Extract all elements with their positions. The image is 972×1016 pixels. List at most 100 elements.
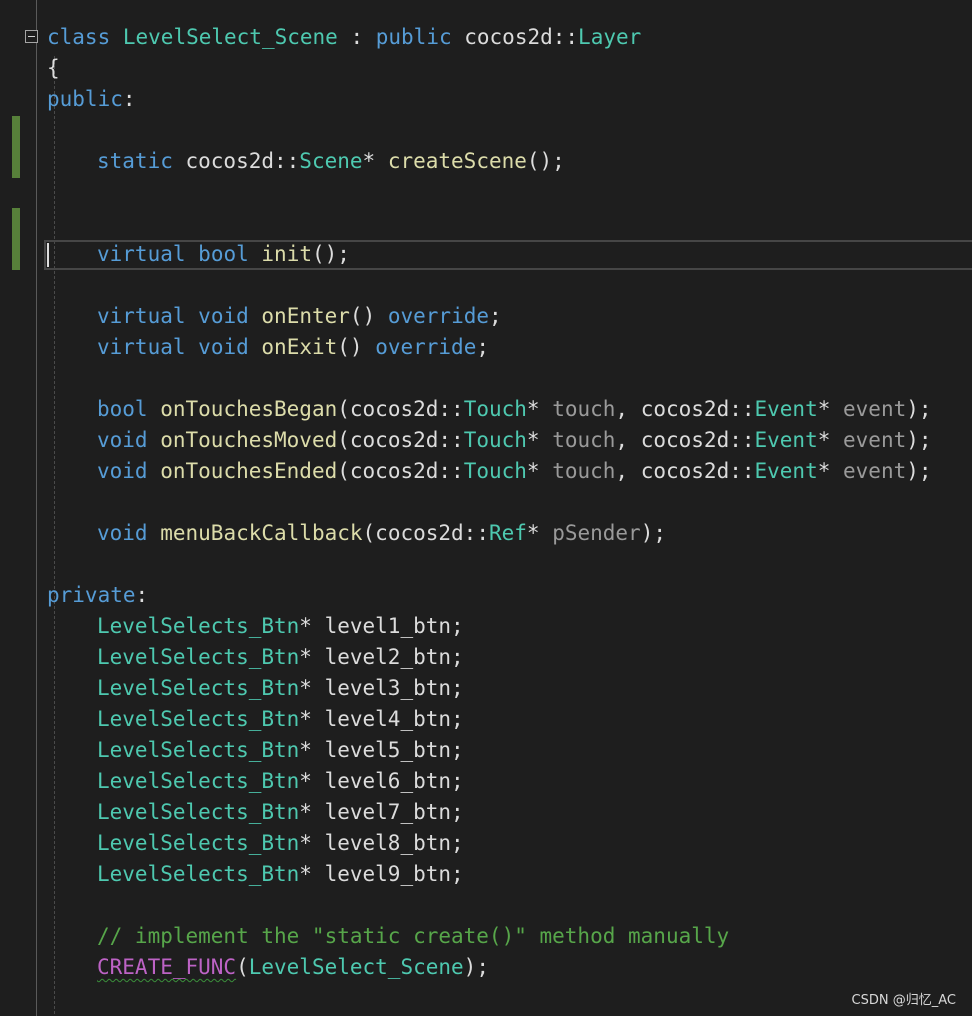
code-lines[interactable]: class LevelSelect_Scene : public cocos2d…: [47, 22, 932, 983]
code-line[interactable]: virtual void onEnter() override;: [47, 301, 932, 332]
code-token: Touch: [463, 459, 527, 483]
code-token: virtual: [97, 335, 186, 359]
code-token: * level1_btn;: [299, 614, 464, 638]
code-token: static: [97, 149, 173, 173]
code-token: (cocos2d::: [337, 428, 464, 452]
code-token: LevelSelects_Btn: [97, 769, 300, 793]
code-token: override: [375, 335, 477, 359]
code-token: (cocos2d::: [337, 397, 464, 421]
code-token: :: [337, 25, 376, 49]
code-line[interactable]: bool onTouchesBegan(cocos2d::Touch * touc…: [47, 394, 932, 425]
code-token: bool: [97, 397, 148, 421]
change-marker: [12, 116, 20, 178]
code-line[interactable]: [47, 270, 932, 301]
code-line[interactable]: private:: [47, 580, 932, 611]
code-token: event: [843, 397, 907, 421]
code-token: *: [362, 149, 388, 173]
code-line[interactable]: LevelSelects_Btn* level1_btn;: [47, 611, 932, 642]
code-line[interactable]: void onTouchesMoved(cocos2d::Touch* touc…: [47, 425, 932, 456]
code-line[interactable]: [47, 549, 932, 580]
code-token: );: [906, 459, 932, 483]
code-token: touch: [552, 397, 616, 421]
code-token: void: [97, 459, 148, 483]
code-token: cocos2d::: [172, 149, 300, 173]
code-line[interactable]: [47, 115, 932, 146]
code-line[interactable]: [47, 890, 932, 921]
code-line[interactable]: LevelSelects_Btn* level5_btn;: [47, 735, 932, 766]
code-line[interactable]: [47, 177, 932, 208]
code-token: // implement the "static create()" metho…: [97, 924, 730, 948]
code-token: (cocos2d::: [337, 459, 464, 483]
code-token: * level8_btn;: [299, 831, 464, 855]
code-token: * level7_btn;: [299, 800, 464, 824]
code-token: virtual: [97, 242, 186, 266]
code-token: event: [843, 459, 907, 483]
code-token: Event: [754, 428, 818, 452]
code-token: * level9_btn;: [299, 862, 464, 886]
code-token: pSender: [552, 521, 641, 545]
code-token: ;: [489, 304, 502, 328]
code-token: Touch: [463, 397, 527, 421]
code-token: (cocos2d::: [362, 521, 489, 545]
code-token: onTouchesBegan: [160, 397, 338, 421]
code-line[interactable]: void onTouchesEnded(cocos2d::Touch* touc…: [47, 456, 932, 487]
code-line[interactable]: virtual bool init();: [47, 239, 932, 270]
code-token: ();: [311, 242, 350, 266]
code-line[interactable]: class LevelSelect_Scene : public cocos2d…: [47, 22, 932, 53]
code-token: LevelSelect_Scene: [122, 25, 338, 49]
code-line[interactable]: CREATE_FUNC(LevelSelect_Scene);: [47, 952, 932, 983]
code-line[interactable]: virtual void onExit() override;: [47, 332, 932, 363]
code-line[interactable]: LevelSelects_Btn* level9_btn;: [47, 859, 932, 890]
code-line[interactable]: LevelSelects_Btn* level4_btn;: [47, 704, 932, 735]
code-line[interactable]: LevelSelects_Btn* level8_btn;: [47, 828, 932, 859]
code-token: *: [817, 397, 844, 421]
code-line[interactable]: LevelSelects_Btn* level6_btn;: [47, 766, 932, 797]
code-token: onExit: [261, 335, 338, 359]
code-token: * level5_btn;: [299, 738, 464, 762]
code-token: * level6_btn;: [299, 769, 464, 793]
code-line[interactable]: // implement the "static create()" metho…: [47, 921, 932, 952]
code-token: Layer: [578, 25, 642, 49]
watermark: CSDN @归忆_AC: [851, 993, 956, 1008]
code-line[interactable]: {: [47, 53, 932, 84]
code-token: LevelSelect_Scene: [248, 955, 464, 979]
code-token: *: [526, 428, 553, 452]
code-line[interactable]: LevelSelects_Btn* level2_btn;: [47, 642, 932, 673]
code-line[interactable]: [47, 487, 932, 518]
code-token: event: [843, 428, 907, 452]
code-token: (: [236, 955, 249, 979]
code-token: public: [47, 87, 123, 111]
code-token: :: [122, 87, 136, 111]
code-token: onTouchesMoved: [160, 428, 338, 452]
code-line[interactable]: LevelSelects_Btn* level7_btn;: [47, 797, 932, 828]
code-token: * level4_btn;: [299, 707, 464, 731]
code-token: bool: [198, 242, 249, 266]
code-line[interactable]: static cocos2d::Scene* createScene();: [47, 146, 932, 177]
code-token: virtual: [97, 304, 186, 328]
code-token: :: [135, 583, 149, 607]
code-line[interactable]: [47, 363, 932, 394]
code-token: *: [817, 428, 844, 452]
code-editor[interactable]: class LevelSelect_Scene : public cocos2d…: [0, 0, 972, 1016]
code-token: init: [261, 242, 312, 266]
code-line[interactable]: void menuBackCallback(cocos2d::Ref* pSen…: [47, 518, 932, 549]
code-token: );: [906, 397, 932, 421]
code-token: menuBackCallback: [160, 521, 363, 545]
code-line[interactable]: LevelSelects_Btn* level3_btn;: [47, 673, 932, 704]
code-line[interactable]: [47, 208, 932, 239]
code-token: *: [526, 459, 553, 483]
code-token: ();: [526, 149, 565, 173]
code-token: Scene: [299, 149, 363, 173]
collapse-icon[interactable]: [25, 30, 38, 43]
code-line[interactable]: public:: [47, 84, 932, 115]
code-token: LevelSelects_Btn: [97, 738, 300, 762]
code-token: private: [47, 583, 136, 607]
